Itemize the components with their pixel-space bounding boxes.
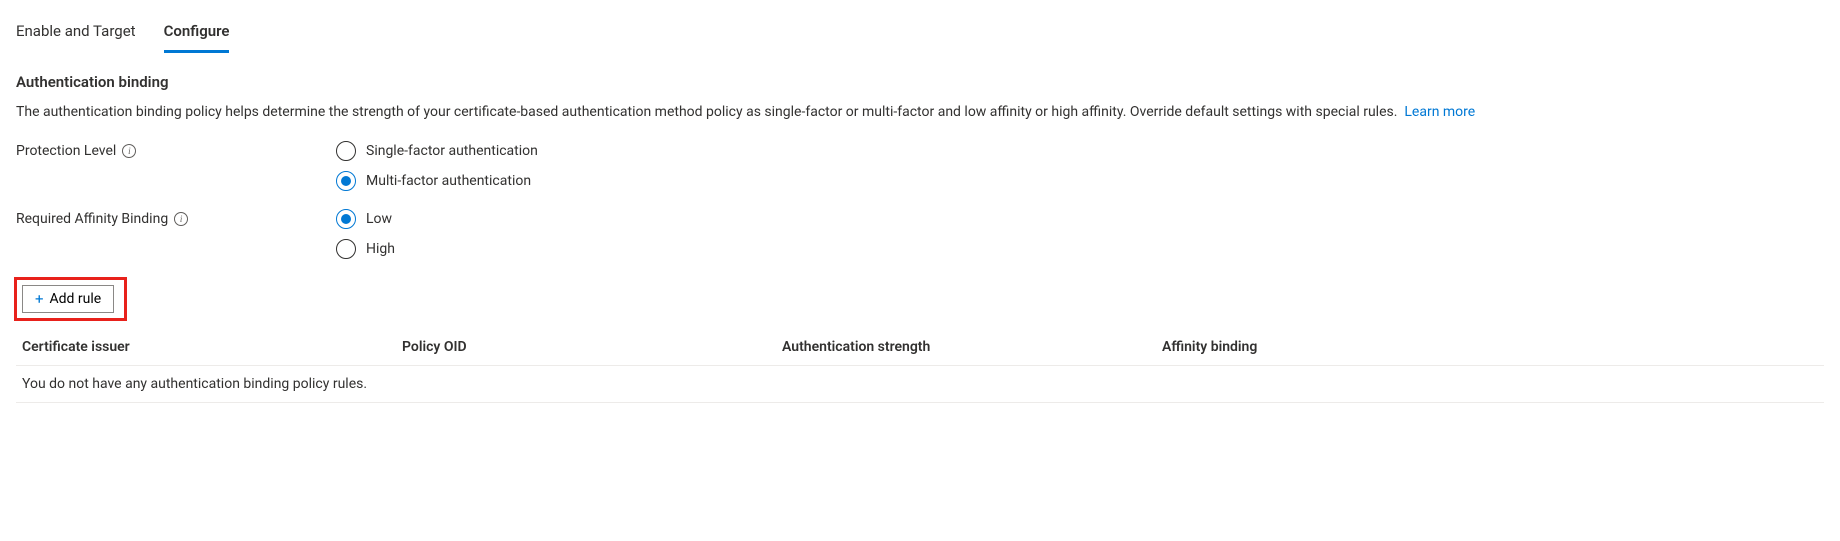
section-title: Authentication binding: [16, 73, 1824, 91]
protection-level-radio-group: Single-factor authentication Multi-facto…: [336, 141, 538, 191]
column-policy-oid[interactable]: Policy OID: [402, 339, 782, 355]
plus-icon: +: [35, 290, 44, 308]
learn-more-link[interactable]: Learn more: [1404, 104, 1475, 120]
protection-level-row: Protection Level i Single-factor authent…: [16, 141, 1824, 191]
radio-label: Low: [366, 211, 392, 227]
add-rule-button[interactable]: + Add rule: [22, 285, 114, 313]
tab-configure[interactable]: Configure: [164, 16, 230, 53]
radio-circle-icon: [336, 141, 356, 161]
column-auth-strength[interactable]: Authentication strength: [782, 339, 1162, 355]
radio-high[interactable]: High: [336, 239, 395, 259]
column-affinity-binding[interactable]: Affinity binding: [1162, 339, 1824, 355]
column-certificate-issuer[interactable]: Certificate issuer: [22, 339, 402, 355]
radio-dot-icon: [341, 176, 351, 186]
protection-level-label: Protection Level: [16, 143, 116, 159]
info-icon[interactable]: i: [174, 212, 188, 226]
tab-enable-and-target[interactable]: Enable and Target: [16, 16, 136, 53]
radio-single-factor[interactable]: Single-factor authentication: [336, 141, 538, 161]
add-rule-label: Add rule: [50, 291, 102, 307]
affinity-binding-row: Required Affinity Binding i Low High: [16, 209, 1824, 259]
info-icon[interactable]: i: [122, 144, 136, 158]
protection-level-label-wrap: Protection Level i: [16, 141, 336, 159]
radio-circle-selected-icon: [336, 209, 356, 229]
rules-empty-message: You do not have any authentication bindi…: [16, 366, 1824, 403]
affinity-binding-label-wrap: Required Affinity Binding i: [16, 209, 336, 227]
radio-label: Multi-factor authentication: [366, 173, 531, 189]
radio-low[interactable]: Low: [336, 209, 395, 229]
radio-label: Single-factor authentication: [366, 143, 538, 159]
radio-circle-selected-icon: [336, 171, 356, 191]
section-description: The authentication binding policy helps …: [16, 103, 1824, 123]
radio-label: High: [366, 241, 395, 257]
radio-multi-factor[interactable]: Multi-factor authentication: [336, 171, 538, 191]
affinity-binding-radio-group: Low High: [336, 209, 395, 259]
tab-bar: Enable and Target Configure: [16, 16, 1824, 53]
description-text: The authentication binding policy helps …: [16, 104, 1397, 120]
radio-circle-icon: [336, 239, 356, 259]
add-rule-highlight: + Add rule: [14, 277, 127, 321]
rules-table-header: Certificate issuer Policy OID Authentica…: [16, 333, 1824, 366]
affinity-binding-label: Required Affinity Binding: [16, 211, 168, 227]
radio-dot-icon: [341, 214, 351, 224]
